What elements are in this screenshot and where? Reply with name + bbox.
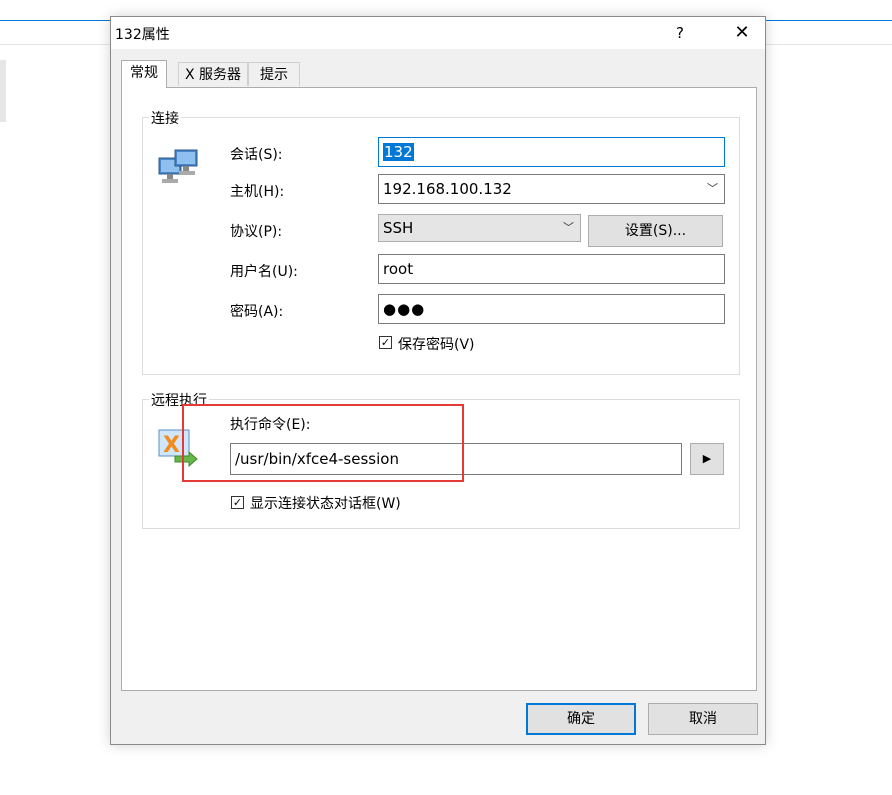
run-command-button[interactable]: ▶ xyxy=(690,443,724,475)
play-icon: ▶ xyxy=(702,452,712,465)
svg-text:X: X xyxy=(163,433,180,458)
tab-x-server[interactable]: X 服务器 xyxy=(178,62,248,86)
password-input[interactable]: ●●● xyxy=(378,294,725,324)
save-password-label[interactable]: 保存密码(V) xyxy=(398,334,475,354)
chevron-down-icon[interactable]: ﹀ xyxy=(563,215,574,241)
password-value: ●●● xyxy=(383,300,426,318)
help-button[interactable]: ? xyxy=(665,17,695,49)
tab-tips[interactable]: 提示 xyxy=(248,62,300,86)
host-label: 主机(H): xyxy=(230,184,285,200)
connection-group: 连接 会话(S): 132 主机(H): 192.168.100.132 ﹀ 协… xyxy=(142,108,740,375)
connection-group-label: 连接 xyxy=(149,108,181,128)
show-status-checkbox[interactable]: ✓ xyxy=(231,496,244,509)
properties-dialog: 132属性 ? ✕ 常规 X 服务器 提示 连接 会话(S): 132 主机(H… xyxy=(110,16,766,745)
session-input[interactable]: 132 xyxy=(378,137,725,167)
settings-button[interactable]: 设置(S)... xyxy=(588,215,723,247)
background-panel xyxy=(0,60,6,122)
protocol-label: 协议(P): xyxy=(230,224,283,240)
annotation-highlight-box xyxy=(182,404,464,482)
host-value: 192.168.100.132 xyxy=(383,180,512,198)
password-label: 密码(A): xyxy=(230,304,284,320)
host-combobox[interactable]: 192.168.100.132 ﹀ xyxy=(378,174,725,204)
ok-button[interactable]: 确定 xyxy=(526,703,636,735)
chevron-down-icon[interactable]: ﹀ xyxy=(707,175,718,203)
close-button[interactable]: ✕ xyxy=(719,17,765,49)
cancel-button[interactable]: 取消 xyxy=(648,703,758,735)
tab-general[interactable]: 常规 xyxy=(121,60,167,88)
session-label: 会话(S): xyxy=(230,147,283,163)
username-input[interactable]: root xyxy=(378,254,725,284)
protocol-value: SSH xyxy=(383,219,414,237)
save-password-checkbox[interactable]: ✓ xyxy=(379,336,392,349)
username-label: 用户名(U): xyxy=(230,264,298,280)
network-computers-icon xyxy=(158,149,198,183)
dialog-title: 132属性 xyxy=(115,27,170,43)
show-status-label[interactable]: 显示连接状态对话框(W) xyxy=(250,493,401,513)
tab-panel-general: 连接 会话(S): 132 主机(H): 192.168.100.132 ﹀ 协… xyxy=(121,87,757,691)
session-value: 132 xyxy=(383,143,414,161)
protocol-select[interactable]: SSH ﹀ xyxy=(378,214,581,242)
title-bar[interactable]: 132属性 ? ✕ xyxy=(111,17,765,49)
username-value: root xyxy=(383,260,414,278)
